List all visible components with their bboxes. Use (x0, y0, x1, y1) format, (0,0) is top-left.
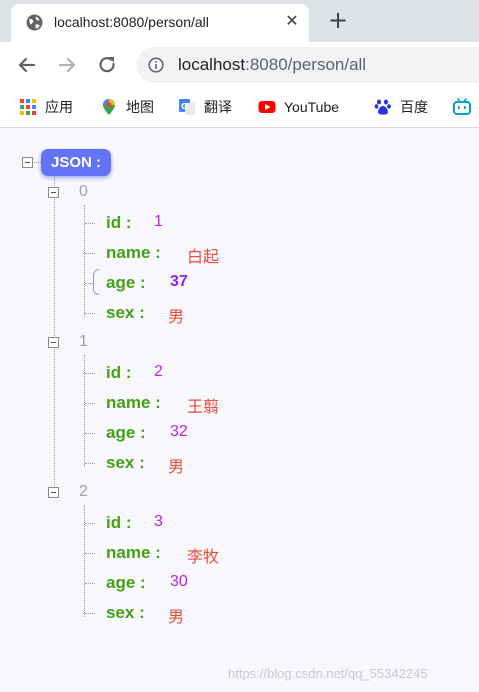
json-key-id: id : (106, 513, 132, 532)
hover-bracket (93, 269, 99, 295)
tree-connector (85, 463, 95, 464)
collapse-toggle-root[interactable] (22, 157, 33, 168)
bookmark-youtube[interactable]: YouTube (258, 96, 339, 118)
bookmark-label: 百度 (400, 99, 428, 115)
bookmark-maps[interactable]: 地图 (100, 96, 154, 118)
globe-icon (26, 14, 43, 31)
tree-guide-line (84, 355, 85, 467)
browser-tab[interactable]: localhost:8080/person/all ✕ (11, 4, 309, 42)
tree-connector (85, 613, 95, 614)
close-icon[interactable]: ✕ (282, 11, 302, 31)
collapse-toggle-item-0[interactable] (48, 187, 59, 198)
tree-connector (85, 253, 95, 254)
json-key-age: age : (106, 273, 146, 292)
json-key-id: id : (106, 363, 132, 382)
json-value-string: 男 (168, 459, 185, 476)
toolbar: localhost:8080/person/all (0, 42, 479, 88)
baidu-paw-icon (374, 99, 391, 115)
url-path: :8080/person/all (245, 55, 367, 74)
address-bar[interactable]: localhost:8080/person/all (136, 47, 479, 83)
tree-connector (85, 373, 95, 374)
tree-connector (85, 553, 95, 554)
bookmark-label: 应用 (45, 99, 73, 115)
tree-connector (85, 223, 95, 224)
new-tab-icon[interactable]: + (327, 8, 349, 32)
json-value-string: 白起 (187, 249, 220, 266)
tree-connector (85, 403, 95, 404)
tree-connector (34, 162, 41, 163)
tree-guide-line (84, 505, 85, 617)
tab-strip: localhost:8080/person/all ✕ + (0, 0, 479, 42)
reload-icon[interactable] (94, 52, 120, 78)
bookmark-baidu[interactable]: 百度 (374, 96, 428, 118)
json-root-badge[interactable]: JSON : (41, 149, 112, 176)
json-value-string: 男 (168, 309, 185, 326)
info-icon[interactable] (148, 57, 164, 73)
json-key-name: name : (106, 243, 161, 262)
json-key-sex: sex : (106, 303, 145, 322)
url-text[interactable]: localhost:8080/person/all (178, 55, 366, 75)
json-value-number: 32 (170, 423, 188, 440)
tree-connector (85, 583, 95, 584)
bookmark-label: YouTube (284, 99, 340, 115)
collapse-toggle-item-2[interactable] (48, 487, 59, 498)
collapse-toggle-item-1[interactable] (48, 337, 59, 348)
json-key-id: id : (106, 213, 132, 232)
bookmark-label: 翻译 (204, 99, 232, 115)
json-value-string: 男 (168, 609, 185, 626)
json-value-string: 王翦 (187, 399, 220, 416)
tree-connector (85, 433, 95, 434)
json-key-sex: sex : (106, 453, 145, 472)
forward-arrow-icon[interactable] (54, 52, 80, 78)
array-index: 1 (79, 333, 88, 350)
json-key-age: age : (106, 573, 146, 592)
array-index: 0 (79, 183, 88, 200)
json-key-name: name : (106, 393, 161, 412)
bookmark-bilibili[interactable] (453, 96, 471, 118)
bookmarks-bar: 应用 地图 G 翻译 YouTube 百度 (0, 88, 479, 128)
json-value-number: 1 (154, 213, 163, 230)
svg-text:G: G (181, 102, 188, 111)
apps-grid-icon (20, 99, 36, 115)
back-arrow-icon[interactable] (14, 52, 40, 78)
tree-connector (85, 313, 95, 314)
maps-pin-icon (103, 99, 115, 115)
json-viewer: JSON : 0 id : 1 name : 白起 age : 37 sex :… (0, 129, 479, 692)
json-key-name: name : (106, 543, 161, 562)
bookmark-label: 地图 (126, 99, 154, 115)
json-value-number: 30 (170, 573, 188, 590)
watermark: https://blog.csdn.net/qq_55342245 (228, 666, 428, 681)
url-host: localhost (178, 55, 246, 74)
bookmark-apps[interactable]: 应用 (19, 96, 73, 118)
tree-connector (85, 523, 95, 524)
json-key-age: age : (106, 423, 146, 442)
youtube-icon (258, 101, 276, 113)
json-value-number: 2 (154, 363, 163, 380)
tree-guide-line (84, 205, 85, 317)
tree-connector (85, 283, 93, 284)
array-index: 2 (79, 483, 88, 500)
translate-icon: G (179, 99, 195, 115)
bilibili-icon (453, 98, 471, 115)
json-key-sex: sex : (106, 603, 145, 622)
json-value-number-highlighted: 37 (170, 273, 188, 290)
bookmark-translate[interactable]: G 翻译 (178, 96, 232, 118)
json-value-string: 李牧 (187, 549, 220, 566)
tab-title: localhost:8080/person/all (54, 14, 209, 30)
tree-guide-line (54, 176, 55, 492)
json-value-number: 3 (154, 513, 163, 530)
